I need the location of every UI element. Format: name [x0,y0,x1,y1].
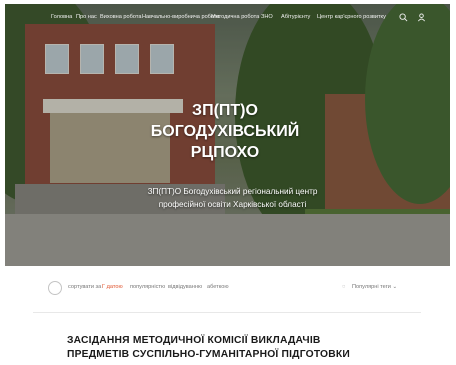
sort-bar: сортувати за Г датою популярністю відвід… [5,266,450,312]
sort-option-alphabet[interactable]: абеткою [207,284,229,290]
top-nav: Головна Про нас Виховна робота Навчально… [5,13,450,28]
nav-item-zno[interactable]: ЗНО [261,14,273,20]
nav-item-home[interactable]: Головна [51,14,72,20]
nav-item-career[interactable]: Центр кар'єрного розвитку [317,14,386,20]
hero-title-line: РЦПОХО [190,144,260,161]
nav-item-education[interactable]: Виховна робота [100,14,141,20]
sort-option-date[interactable]: Г датою [102,284,123,290]
sort-option-date-label: датою [106,284,123,290]
hero-title-line: ЗП(ПТ)О [192,102,258,119]
sort-option-visits[interactable]: відвідуванню [168,284,202,290]
tag-icon: ◌ [342,284,346,290]
divider [33,312,421,313]
popular-tags-label: Популярні теги [352,284,391,290]
search-icon[interactable] [399,13,408,24]
sort-option-popularity[interactable]: популярністю [130,284,165,290]
page-frame: Головна Про нас Виховна робота Навчально… [5,4,450,361]
nav-item-applicant[interactable]: Абітурієнту [281,14,310,20]
article-title-line: ЗАСІДАННЯ МЕТОДИЧНОЇ КОМІСІЇ ВИКЛАДАЧІВ [67,335,321,346]
hero-subtitle-line: професійної освіти Харківської області [158,200,307,209]
hero-title-line: БОГОДУХІВСЬКИЙ [150,123,300,140]
sort-label: сортувати за [68,284,102,290]
sort-indicator-icon [48,281,62,295]
hero-banner: Головна Про нас Виховна робота Навчально… [5,4,450,266]
user-icon[interactable] [417,13,426,24]
nav-item-production[interactable]: Навчально-виробнича робота [142,14,219,20]
article-title[interactable]: ЗАСІДАННЯ МЕТОДИЧНОЇ КОМІСІЇ ВИКЛАДАЧІВ … [67,334,367,361]
popular-tags-toggle[interactable]: Популярні теги ⌄ [352,284,397,290]
hero-subtitle-line: ЗП(ПТ)О Богодухівський регіональний цент… [147,187,318,196]
nav-item-methodical[interactable]: Методична робота [211,14,259,20]
article-title-line: ПРЕДМЕТІВ СУСПІЛЬНО-ГУМАНІТАРНОЇ ПІДГОТО… [67,349,350,360]
chevron-down-icon: ⌄ [392,284,398,290]
sort-active-prefix: Г [102,284,106,290]
nav-item-about[interactable]: Про нас [76,14,97,20]
